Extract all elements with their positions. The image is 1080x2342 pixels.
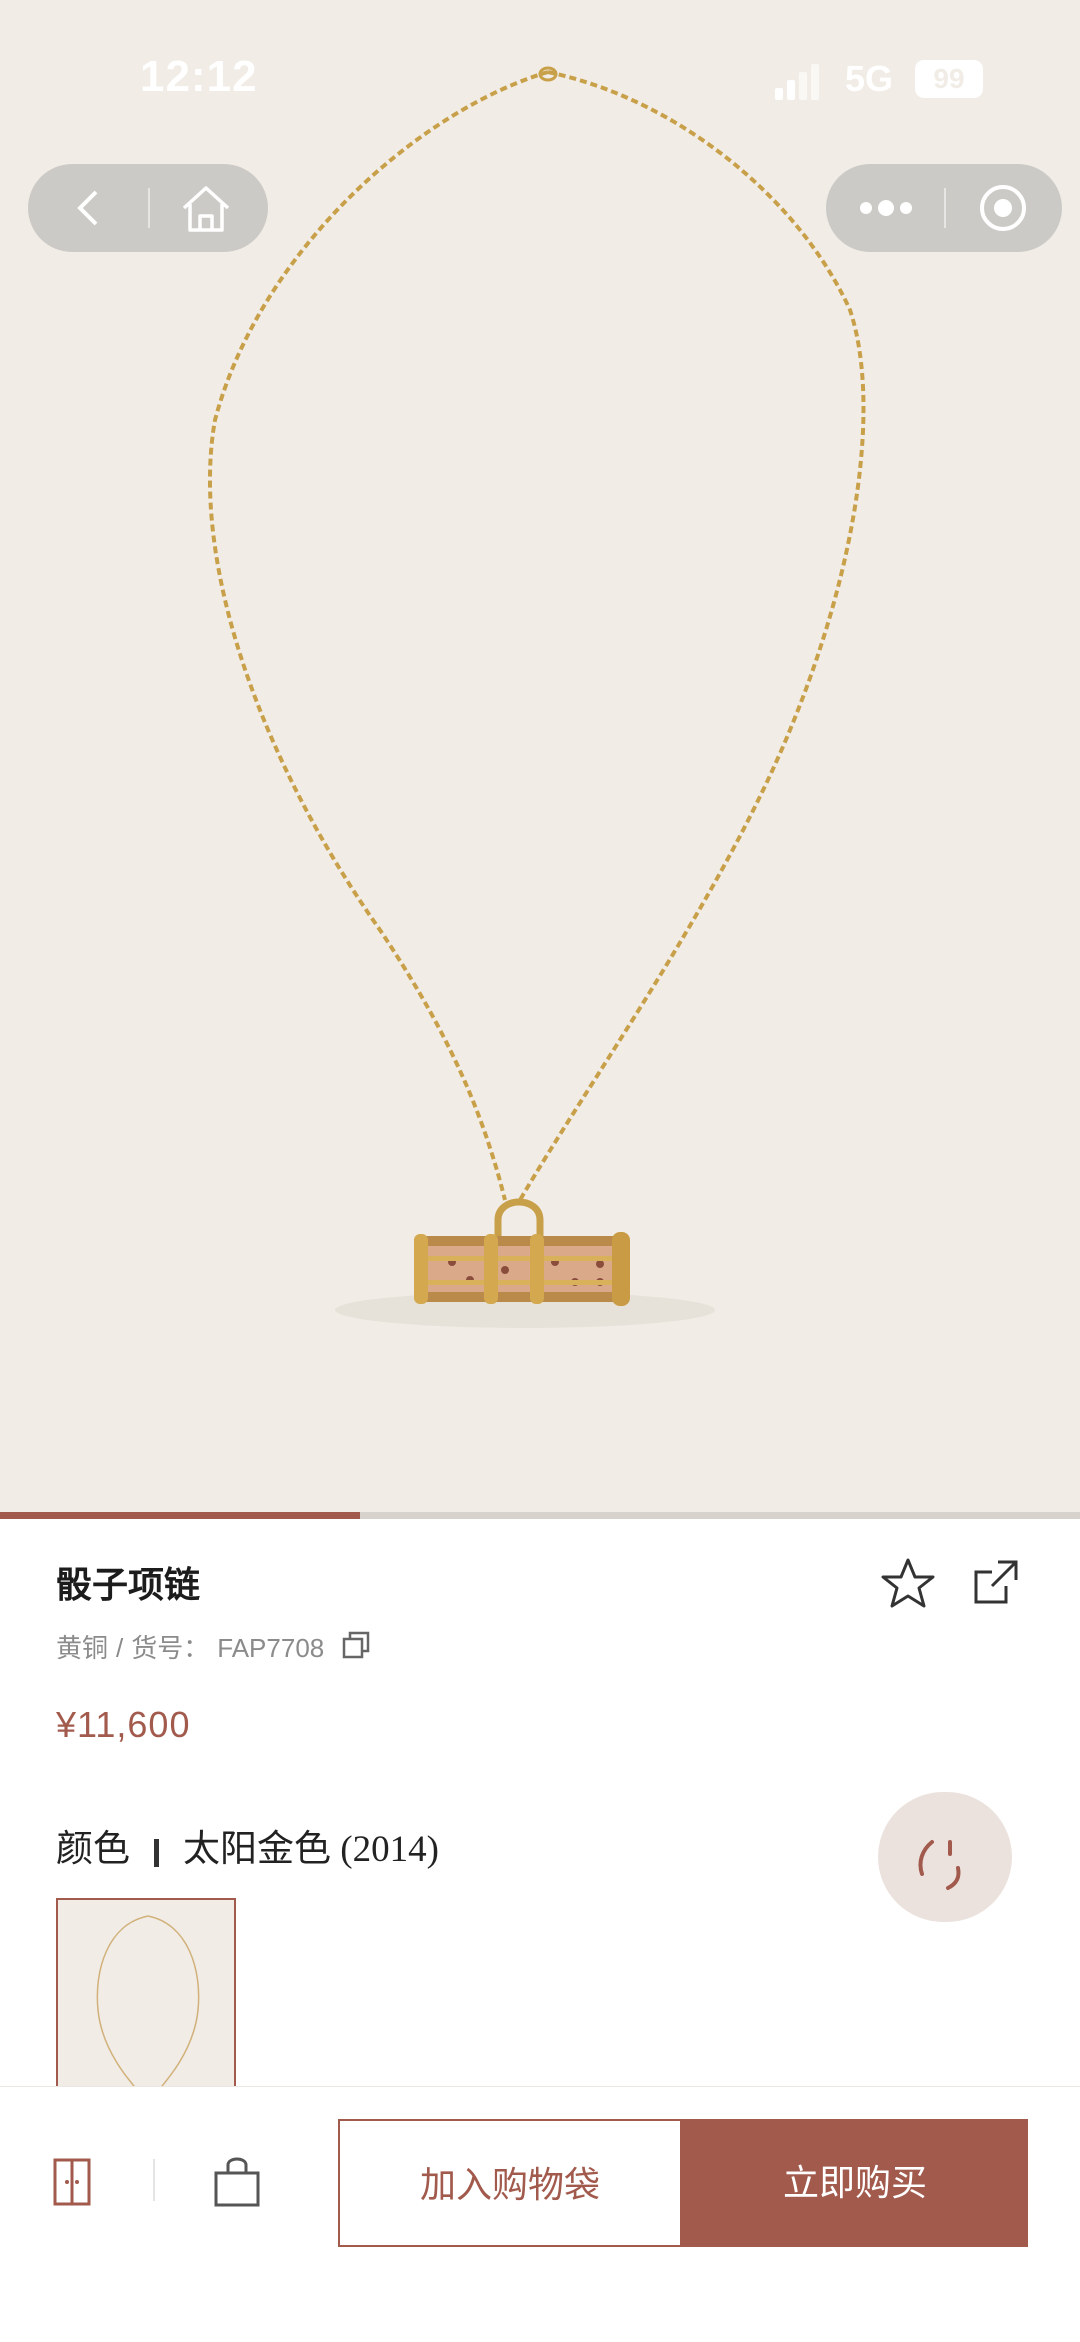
more-icon: [860, 200, 912, 216]
customer-service-button[interactable]: [878, 1792, 1012, 1922]
back-icon: [77, 190, 98, 226]
star-icon[interactable]: [880, 1556, 936, 1612]
color-swatch-selected[interactable]: [56, 1898, 236, 2092]
bottom-divider: [153, 2159, 155, 2201]
sku-label: 货号：: [131, 1633, 210, 1663]
bottom-action-bar: 加入购物袋 立即购买: [0, 2086, 1080, 2342]
more-button[interactable]: [826, 164, 944, 252]
copy-icon[interactable]: [342, 1631, 370, 1659]
share-icon[interactable]: [970, 1556, 1022, 1608]
buy-now-button[interactable]: 立即购买: [682, 2119, 1028, 2247]
status-bar: 12:12 5G 99: [0, 0, 1080, 160]
close-miniprogram-button[interactable]: [944, 164, 1062, 252]
product-price: ¥11,600: [56, 1704, 191, 1745]
back-button[interactable]: [28, 164, 148, 252]
signal-icon: [775, 64, 819, 100]
color-label: 颜色: [56, 1829, 130, 1870]
product-title: 骰子项链: [56, 1564, 201, 1605]
gallery-progress-fill: [0, 1512, 360, 1519]
product-material: 黄铜: [56, 1633, 109, 1663]
status-time: 12:12: [140, 52, 258, 101]
network-label: 5G: [845, 58, 894, 99]
battery-indicator: 99: [915, 60, 983, 98]
color-value: 太阳金色 (2014): [183, 1829, 439, 1870]
miniprogram-capsule: [826, 164, 1062, 252]
wardrobe-icon[interactable]: [52, 2157, 92, 2209]
bag-icon[interactable]: [212, 2155, 262, 2209]
product-subtitle: 黄铜 / 货号： FAP7708: [56, 1633, 325, 1663]
close-miniprogram-icon: [980, 185, 1026, 231]
home-button[interactable]: [148, 164, 268, 252]
add-to-bag-button[interactable]: 加入购物袋: [338, 2119, 682, 2247]
chat-icon: [918, 1840, 988, 1904]
color-selector-label: 颜色 太阳金色 (2014): [56, 1818, 439, 1872]
gallery-progress: [0, 1512, 1080, 1519]
nav-capsule: [28, 164, 268, 252]
product-sku: FAP7708: [217, 1633, 325, 1663]
color-separator: [154, 1838, 159, 1867]
home-icon: [182, 186, 230, 232]
swatch-necklace-thumbnail: [96, 1915, 200, 2090]
